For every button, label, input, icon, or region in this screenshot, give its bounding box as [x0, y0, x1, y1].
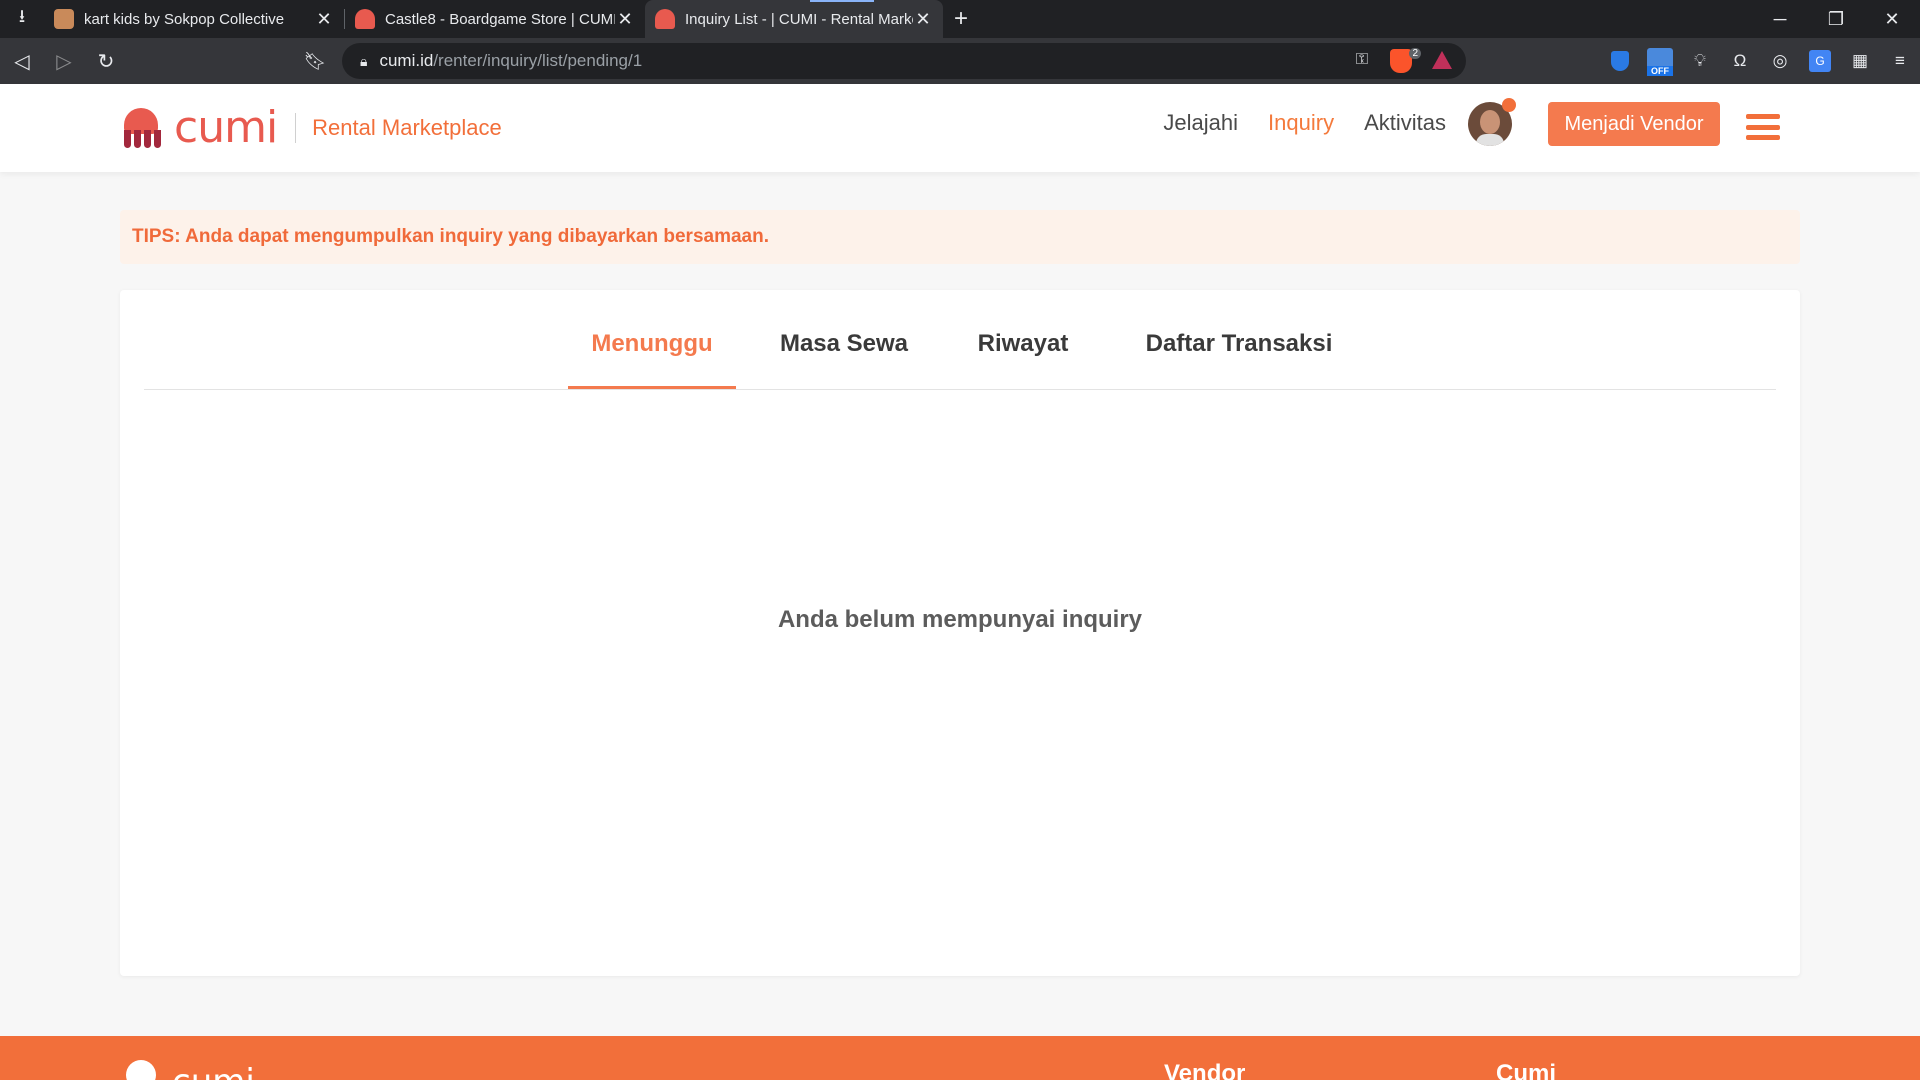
tab-title: Castle8 - Boardgame Store | CUMI [385, 10, 615, 28]
inquiry-card: Menunggu Masa Sewa Riwayat Daftar Transa… [120, 290, 1800, 976]
translate-icon[interactable]: G [1800, 41, 1840, 81]
extensions-row: OFF 💡︎ Ω ◎ G ▦ ≡ [1600, 38, 1920, 84]
logo-divider [295, 113, 297, 143]
notification-dot [1502, 98, 1516, 112]
octopus-logo-icon [118, 106, 164, 150]
tips-banner: TIPS: Anda dapat mengumpulkan inquiry ya… [120, 210, 1800, 264]
bookmark-icon[interactable]: 🔖︎ [300, 46, 330, 76]
lightbulb-icon[interactable]: 💡︎ [1680, 41, 1720, 81]
browser-tab[interactable]: kart kids by Sokpop Collective ✕ [44, 0, 344, 38]
tab-daftar-transaksi[interactable]: Daftar Transaksi [1134, 330, 1344, 358]
address-bar[interactable]: 🔒︎ cumi.id /renter/inquiry/list/pending/… [342, 43, 1466, 79]
tab-riwayat[interactable]: Riwayat [960, 330, 1086, 358]
empty-state-message: Anda belum mempunyai inquiry [777, 606, 1143, 633]
close-window-icon[interactable]: ✕ [1864, 0, 1920, 38]
footer-logo-wordmark: cumi [172, 1062, 255, 1080]
lock-icon: 🔒︎ [360, 52, 368, 69]
footer-heading-vendor: Vendor [1164, 1060, 1246, 1080]
restore-icon[interactable]: ❐ [1808, 0, 1864, 38]
reload-icon[interactable]: ↻ [86, 41, 126, 81]
tab-close-icon[interactable]: ✕ [615, 9, 635, 30]
site-header: cumi Rental Marketplace Jelajahi Inquiry… [0, 84, 1920, 172]
tab-favicon-icon [655, 9, 675, 29]
url-path: /renter/inquiry/list/pending/1 [433, 51, 643, 70]
back-icon[interactable]: ◁ [2, 41, 42, 81]
extension-off-icon[interactable]: OFF [1640, 41, 1680, 81]
browser-toolbar: ◁ ▷ ↻ 🔖︎ 🔒︎ cumi.id /renter/inquiry/list… [0, 38, 1920, 84]
download-icon[interactable]: ⭳ [0, 0, 44, 38]
inquiry-tabs: Menunggu Masa Sewa Riwayat Daftar Transa… [144, 290, 1776, 390]
minimize-icon[interactable]: ─ [1752, 0, 1808, 38]
extension-off-label: OFF [1647, 66, 1673, 76]
footer-logo-icon [126, 1060, 156, 1080]
new-tab-button[interactable]: + [943, 0, 979, 38]
become-vendor-button[interactable]: Menjadi Vendor [1548, 102, 1720, 146]
brave-shield-count: 2 [1409, 48, 1421, 59]
window-controls: ─ ❐ ✕ [1752, 0, 1920, 38]
site-logo[interactable]: cumi Rental Marketplace [118, 104, 502, 152]
browser-tab-active[interactable]: Inquiry List - | CUMI - Rental Marketpla… [645, 0, 943, 38]
tab-title: kart kids by Sokpop Collective [84, 10, 285, 28]
site-footer: cumi Vendor Cumi [0, 1036, 1920, 1080]
browser-tab[interactable]: Castle8 - Boardgame Store | CUMI ✕ [345, 0, 645, 38]
logo-tagline: Rental Marketplace [312, 115, 502, 140]
active-tab-underline [568, 386, 736, 389]
grid-icon[interactable]: ▦ [1840, 41, 1880, 81]
tab-title: Inquiry List - | CUMI - Rental Marketpla… [685, 10, 913, 28]
url-host: cumi.id [379, 51, 434, 70]
nav-inquiry[interactable]: Inquiry [1268, 110, 1334, 136]
hamburger-menu-icon[interactable] [1746, 114, 1780, 140]
tab-menunggu[interactable]: Menunggu [568, 330, 736, 358]
tab-close-icon[interactable]: ✕ [913, 9, 933, 30]
tab-close-icon[interactable]: ✕ [314, 9, 334, 30]
browser-tab-bar: ⭳ kart kids by Sokpop Collective ✕ Castl… [0, 0, 1920, 38]
key-icon[interactable]: ⚿ [1356, 51, 1368, 69]
logo-wordmark: cumi [174, 102, 278, 153]
menu-kebab-icon[interactable]: ≡ [1880, 41, 1920, 81]
tab-favicon-icon [355, 9, 375, 29]
tab-favicon-icon [54, 9, 74, 29]
forward-icon[interactable]: ▷ [44, 41, 84, 81]
bitwarden-icon[interactable] [1600, 41, 1640, 81]
tab-masa-sewa[interactable]: Masa Sewa [762, 330, 926, 358]
omega-icon[interactable]: Ω [1720, 41, 1760, 81]
main-nav: Jelajahi Inquiry Aktivitas [1163, 110, 1446, 136]
nav-jelajahi[interactable]: Jelajahi [1163, 110, 1238, 136]
footer-heading-cumi: Cumi [1496, 1060, 1556, 1080]
brave-rewards-icon[interactable] [1432, 51, 1452, 69]
circle-check-icon[interactable]: ◎ [1760, 41, 1800, 81]
nav-aktivitas[interactable]: Aktivitas [1364, 110, 1446, 136]
